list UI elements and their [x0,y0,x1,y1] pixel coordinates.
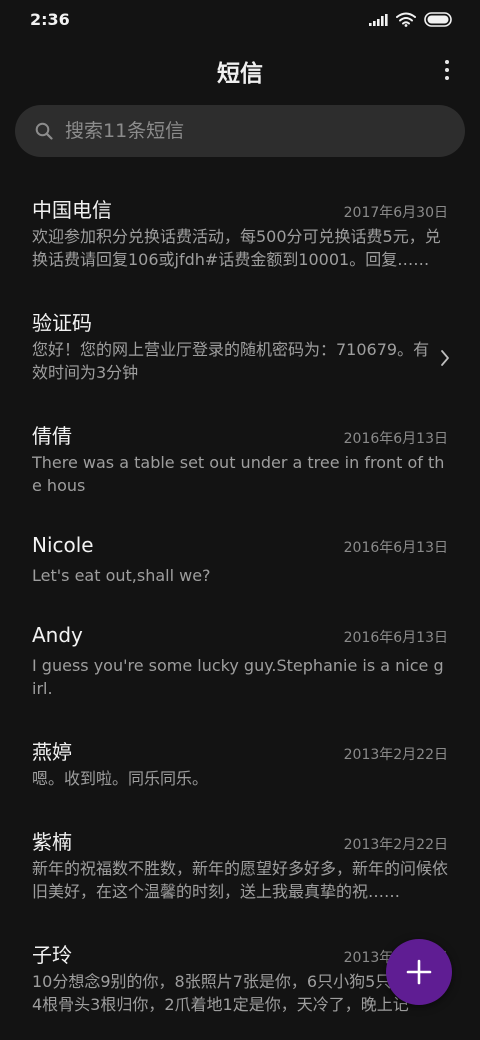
conversation-item[interactable]: Andy 2016年6月13日 I guess you're some luck… [0,589,480,702]
wifi-icon [396,12,416,27]
sender-name: Andy [32,623,83,647]
conversation-item[interactable]: 燕婷 2013年2月22日 嗯。收到啦。同乐同乐。 [0,702,480,792]
status-time: 2:36 [30,10,70,29]
search-box[interactable] [15,105,465,157]
search-input[interactable] [63,110,465,152]
message-date: 2017年6月30日 [343,205,448,221]
sender-name: 燕婷 [32,740,72,764]
more-vertical-icon [445,60,449,64]
message-preview: Let's eat out,shall we? [32,566,211,585]
app-bar: 短信 [0,42,480,98]
sender-name: Nicole [32,533,94,557]
chevron-right-icon [441,350,449,366]
conversation-item[interactable]: 中国电信 2017年6月30日 欢迎参加积分兑换话费活动，每500分可兑换话费5… [0,160,480,273]
message-preview: I guess you're some lucky guy.Stephanie … [32,656,444,698]
message-date: 2016年6月13日 [343,540,448,556]
signal-icon [369,13,388,26]
message-preview: 您好！您的网上营业厅登录的随机密码为：710679。有效时间为3分钟 [32,340,430,382]
conversation-list: 中国电信 2017年6月30日 欢迎参加积分兑换话费活动，每500分可兑换话费5… [0,160,480,1040]
page-title: 短信 [217,61,263,87]
sender-name: 中国电信 [32,198,112,222]
conversation-item[interactable]: Nicole 2016年6月13日 Let's eat out,shall we… [0,499,480,589]
message-date: 2013年2月22日 [343,747,448,763]
search-icon [35,122,53,140]
conversation-item[interactable]: 紫楠 2013年2月22日 新年的祝福数不胜数，新年的愿望好多好多，新年的问候依… [0,792,480,905]
sender-name: 紫楠 [32,830,72,854]
status-bar: 2:36 [0,0,480,42]
conversation-item[interactable]: 倩倩 2016年6月13日 There was a table set out … [0,386,480,499]
message-preview: There was a table set out under a tree i… [32,453,445,495]
message-date: 2013年2月22日 [343,837,448,853]
sender-name: 子玲 [32,943,72,967]
conversation-item[interactable]: 验证码 您好！您的网上营业厅登录的随机密码为：710679。有效时间为3分钟 [0,273,480,386]
new-message-button[interactable] [386,939,452,1005]
message-preview: 嗯。收到啦。同乐同乐。 [32,769,209,788]
battery-icon [424,12,452,27]
more-options-button[interactable] [436,56,458,84]
sender-name: 验证码 [32,311,92,335]
message-date: 2016年6月13日 [343,630,448,646]
sender-name: 倩倩 [32,424,72,448]
message-preview: 欢迎参加积分兑换话费活动，每500分可兑换话费5元，兑换话费请回复106或jfd… [32,227,441,269]
message-date: 2016年6月13日 [343,431,448,447]
status-icons [368,12,454,27]
message-preview: 新年的祝福数不胜数，新年的愿望好多好多，新年的问候依旧美好，在这个温馨的时刻，送… [32,859,448,901]
plus-icon [406,959,432,985]
